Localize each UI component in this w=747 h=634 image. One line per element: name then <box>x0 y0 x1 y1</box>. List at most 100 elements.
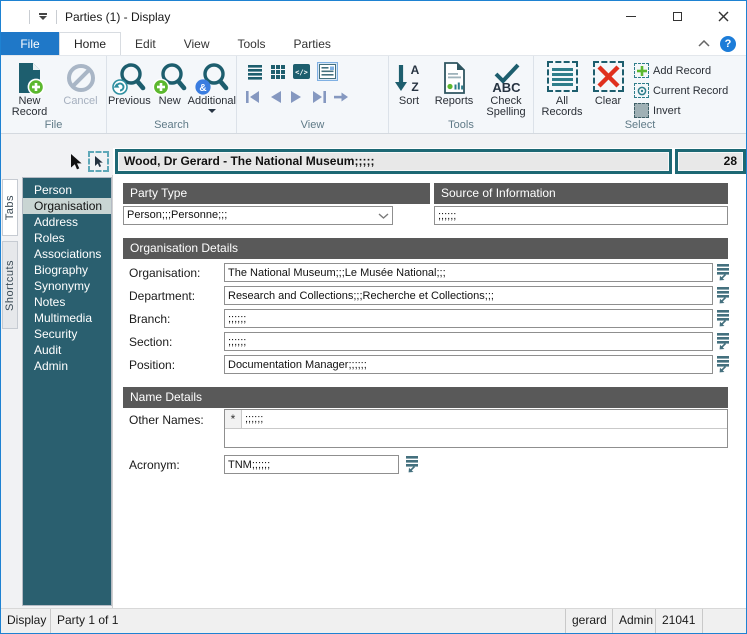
grid-view-icon[interactable] <box>270 64 286 80</box>
row-marker: * <box>225 410 242 428</box>
add-record-icon <box>634 63 649 78</box>
previous-record-icon[interactable] <box>268 90 283 109</box>
tab-edit[interactable]: Edit <box>121 32 170 55</box>
additional-search-button[interactable]: & Additional <box>188 58 236 113</box>
record-summary-strip: Wood, Dr Gerard - The National Museum;;;… <box>1 148 746 175</box>
clear-selection-icon <box>593 59 624 96</box>
tab-file[interactable]: File <box>1 32 59 55</box>
customize-quick-access-icon[interactable] <box>36 11 50 22</box>
list-view-icon[interactable] <box>247 64 263 80</box>
side-strip-tabs-label: Tabs <box>4 195 16 220</box>
organisation-input[interactable] <box>224 263 713 282</box>
previous-search-button[interactable]: Previous <box>107 58 152 113</box>
minimize-button[interactable] <box>608 1 654 32</box>
language-flyout-icon[interactable] <box>717 286 731 304</box>
current-record-label: Current Record <box>653 85 728 97</box>
maximize-icon <box>673 12 682 21</box>
next-record-icon[interactable] <box>289 90 304 109</box>
sidebar-item-address[interactable]: Address <box>23 214 111 230</box>
department-input[interactable] <box>224 286 713 305</box>
status-bar: Display Party 1 of 1 gerard Admin 21041 <box>1 608 746 633</box>
tab-home[interactable]: Home <box>59 32 121 55</box>
other-names-grid[interactable]: * ;;;;;; <box>224 409 728 448</box>
tab-tools[interactable]: Tools <box>224 32 280 55</box>
last-record-icon[interactable] <box>310 90 327 109</box>
sort-button[interactable]: A Z Sort <box>390 58 428 118</box>
new-record-label: New Record <box>4 96 56 118</box>
language-flyout-icon[interactable] <box>717 263 731 281</box>
select-drag-box-icon[interactable] <box>88 151 109 172</box>
status-record-position: Party 1 of 1 <box>51 609 566 633</box>
tab-view[interactable]: View <box>170 32 224 55</box>
tab-parties[interactable]: Parties <box>280 32 345 55</box>
app-window: Parties (1) - Display File Home Edit Vie… <box>0 0 747 634</box>
previous-search-icon <box>111 59 147 96</box>
organisation-form: Party Type Source of Information Person;… <box>113 175 746 608</box>
clear-selection-button[interactable]: Clear <box>588 58 628 119</box>
details-view-icon[interactable] <box>317 62 338 81</box>
sidebar-item-synonymy[interactable]: Synonymy <box>23 278 111 294</box>
record-count-box: 28 <box>675 149 746 174</box>
collapse-ribbon-icon[interactable] <box>698 40 710 47</box>
add-record-label: Add Record <box>653 65 711 77</box>
additional-search-icon: & <box>194 59 230 96</box>
sidebar-item-organisation[interactable]: Organisation <box>23 198 111 214</box>
clear-selection-label: Clear <box>595 96 621 107</box>
check-spelling-button[interactable]: ABC Check Spelling <box>480 58 532 118</box>
chevron-down-icon <box>378 213 389 219</box>
language-flyout-icon[interactable] <box>717 309 731 327</box>
cursor-icon[interactable] <box>68 153 83 171</box>
close-button[interactable] <box>700 1 746 32</box>
first-record-icon[interactable] <box>245 90 262 109</box>
divider <box>29 10 30 24</box>
sidebar-item-associations[interactable]: Associations <box>23 246 111 262</box>
sidebar-item-roles[interactable]: Roles <box>23 230 111 246</box>
code-view-icon[interactable]: </> <box>293 64 310 79</box>
invert-selection-label: Invert <box>653 105 681 117</box>
acronym-input[interactable] <box>224 455 399 474</box>
new-record-button[interactable]: New Record <box>4 58 56 118</box>
current-record-button[interactable]: Current Record <box>634 82 728 99</box>
sidebar-item-biography[interactable]: Biography <box>23 262 111 278</box>
language-flyout-icon[interactable] <box>406 455 420 473</box>
sidebar-item-admin[interactable]: Admin <box>23 358 111 374</box>
party-type-value: Person;;;Personne;;; <box>127 207 227 224</box>
side-strip-shortcuts[interactable]: Shortcuts <box>2 241 18 329</box>
acronym-label: Acronym: <box>129 458 180 472</box>
sidebar-item-multimedia[interactable]: Multimedia <box>23 310 111 326</box>
drag-tool-area <box>1 148 113 175</box>
name-details-header: Name Details <box>123 387 728 408</box>
status-spacer <box>703 609 746 633</box>
help-button[interactable]: ? <box>720 36 736 52</box>
new-record-icon <box>13 59 47 96</box>
party-type-combo[interactable]: Person;;;Personne;;; <box>123 206 393 225</box>
invert-selection-button[interactable]: Invert <box>634 102 728 119</box>
branch-input[interactable] <box>224 309 713 328</box>
reports-button[interactable]: Reports <box>430 58 478 118</box>
sidebar-item-notes[interactable]: Notes <box>23 294 111 310</box>
sidebar-item-security[interactable]: Security <box>23 326 111 342</box>
new-search-button[interactable]: New <box>154 58 186 113</box>
tools-group-label: Tools <box>389 119 533 131</box>
sidebar-item-person[interactable]: Person <box>23 182 111 198</box>
current-record-icon <box>634 83 649 98</box>
add-record-button[interactable]: Add Record <box>634 62 728 79</box>
section-input[interactable] <box>224 332 713 351</box>
maximize-button[interactable] <box>654 1 700 32</box>
other-names-row[interactable]: * ;;;;;; <box>225 410 727 429</box>
close-icon <box>718 11 729 22</box>
title-bar: Parties (1) - Display <box>1 1 746 32</box>
cancel-button[interactable]: Cancel <box>58 58 104 118</box>
side-strip-shortcuts-label: Shortcuts <box>4 260 16 311</box>
svg-text:A: A <box>411 63 420 77</box>
all-records-button[interactable]: All Records <box>538 58 586 119</box>
goto-record-icon[interactable] <box>333 90 350 109</box>
status-code: 21041 <box>656 609 703 633</box>
language-flyout-icon[interactable] <box>717 355 731 373</box>
source-of-information-input[interactable] <box>434 206 728 225</box>
sidebar-item-audit[interactable]: Audit <box>23 342 111 358</box>
side-strip-tabs[interactable]: Tabs <box>2 179 18 236</box>
position-input[interactable] <box>224 355 713 374</box>
language-flyout-icon[interactable] <box>717 332 731 350</box>
other-names-value[interactable]: ;;;;;; <box>242 410 727 428</box>
